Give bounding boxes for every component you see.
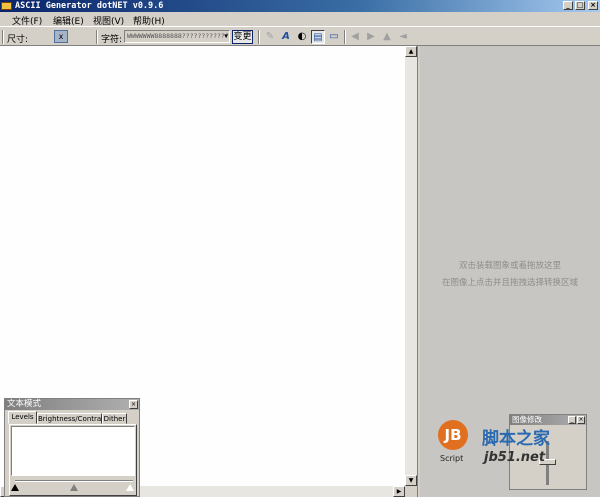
tab-brightness-contrast[interactable]: Brightness/Contrast [37,413,108,424]
black-point-handle[interactable] [11,484,19,491]
rotate-left-icon[interactable]: ◀ [348,30,362,44]
app-icon [1,2,12,10]
mid-point-handle[interactable] [70,484,78,491]
toolbar-separator [344,30,346,44]
scroll-corner [405,486,417,497]
close-icon[interactable]: × [577,416,585,424]
image-adjust-panel: 图像修改 _ × [509,414,587,490]
size-label: 尺寸: [7,35,29,45]
toolbar-grip [2,30,4,44]
slider-thumb[interactable] [539,459,556,465]
title-bar[interactable]: ASCII Generator dotNET v0.9.6 _ □ × [0,0,600,12]
tab-dither[interactable]: Dither [102,413,127,424]
load-hint: 双击装载图象或着拖放这里 [458,261,561,271]
levels-histogram [11,426,135,476]
select-hint: 在图像上点击并且拖拽选择转换区域 [441,278,578,288]
edit-icon[interactable]: ✎ [263,30,277,44]
menu-bar: 文件(F) 编辑(E) 视图(V) 帮助(H) [0,12,600,27]
close-button[interactable]: × [588,1,598,10]
chevron-down-icon[interactable]: ▾ [222,31,230,42]
change-button[interactable]: 变更 [232,30,253,44]
scroll-up-icon[interactable]: ▲ [405,46,417,57]
scroll-right-icon[interactable]: ▶ [393,486,405,497]
flip-horizontal-icon[interactable]: ◄ [396,30,410,44]
font-icon[interactable]: A [279,30,293,44]
text-mode-icon[interactable]: ▤ [311,30,325,44]
chars-input[interactable]: WWWWWWW8888888???????????? [124,30,230,43]
white-point-handle[interactable] [126,484,134,491]
toolbar: 尺寸: x 字符: WWWWWWW8888888???????????? ▾ 变… [0,26,600,46]
scroll-down-icon[interactable]: ▼ [405,475,417,486]
maximize-button[interactable]: □ [575,1,585,10]
levels-track[interactable] [15,480,133,482]
vertical-scrollbar[interactable]: ▲ ▼ [405,46,417,486]
tab-levels[interactable]: Levels [8,411,37,424]
rotate-right-icon[interactable]: ▶ [364,30,378,44]
panel-title[interactable]: 文本模式 [5,399,139,410]
chars-label: 字符: [101,35,123,45]
contrast-icon[interactable]: ◐ [295,30,309,44]
window-title: ASCII Generator dotNET v0.9.6 [15,1,164,11]
minimize-icon[interactable]: _ [568,416,576,424]
close-icon[interactable]: × [129,400,138,409]
toolbar-separator [96,30,98,44]
toolbar-separator [258,30,260,44]
text-mode-panel: 文本模式 × Levels Brightness/Contrast Dither [4,398,140,497]
minimize-button[interactable]: _ [563,1,573,10]
panel-buttons: _ × [567,416,585,424]
flip-vertical-icon[interactable]: ▲ [380,30,394,44]
size-lock-button[interactable]: x [54,30,68,43]
preview-icon[interactable]: ▭ [327,30,341,44]
